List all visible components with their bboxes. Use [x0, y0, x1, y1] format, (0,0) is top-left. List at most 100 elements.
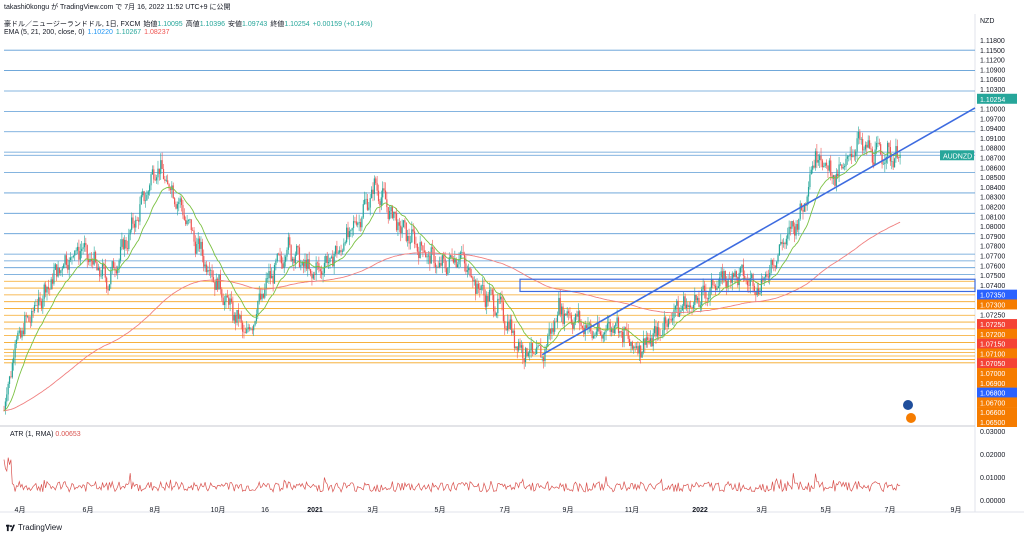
candle-body	[300, 264, 302, 267]
candle-body	[333, 253, 335, 267]
candle-body	[26, 316, 29, 318]
tradingview-brand[interactable]: TradingView	[6, 523, 62, 532]
candle-body	[422, 245, 424, 251]
price-label: 1.07800	[980, 244, 1005, 251]
candle-body	[594, 334, 596, 336]
candle-body	[409, 242, 412, 244]
candle-body	[357, 223, 359, 225]
candle-body	[400, 225, 402, 234]
candle-body	[850, 153, 853, 157]
candle-body	[243, 331, 245, 333]
candle-body	[251, 328, 253, 331]
candle-body	[838, 164, 840, 177]
candle-body	[827, 165, 829, 171]
price-label: 1.06600	[980, 410, 1005, 417]
candle-body	[846, 156, 848, 159]
event-marker-icon[interactable]	[906, 413, 916, 423]
candle-body	[825, 162, 828, 166]
candle-body	[49, 289, 51, 290]
candle-body	[297, 245, 299, 248]
candle-body	[802, 209, 804, 212]
candle-body	[275, 260, 277, 265]
candle-body	[362, 204, 364, 218]
candle-body	[653, 326, 656, 334]
candle-body	[153, 169, 155, 180]
candle-body	[690, 305, 692, 308]
candle-body	[56, 264, 58, 277]
candle-body	[164, 178, 166, 181]
candle-body	[222, 297, 224, 305]
candle-body	[330, 256, 332, 258]
candle-body	[490, 289, 492, 291]
candle-body	[717, 286, 719, 289]
candle-body	[770, 259, 772, 273]
candle-body	[14, 343, 16, 358]
candle-body	[379, 201, 381, 206]
candle-body	[108, 284, 111, 291]
candle-body	[436, 266, 438, 268]
candle-body	[322, 273, 324, 275]
candle-body	[119, 246, 122, 261]
candle-body	[196, 244, 198, 254]
candle-body	[40, 301, 43, 309]
candle-body	[416, 243, 418, 252]
candle-body	[255, 314, 258, 322]
candle-body	[769, 272, 771, 278]
candle-body	[824, 162, 826, 166]
candle-body	[495, 313, 498, 316]
candle-body	[294, 254, 296, 264]
candle-body	[150, 174, 152, 186]
candle-body	[401, 227, 403, 234]
candle-body	[412, 229, 414, 232]
candle-body	[845, 158, 847, 167]
candle-body	[620, 331, 622, 332]
candle-body	[286, 249, 288, 257]
candle-body	[469, 267, 471, 276]
candle-body	[655, 326, 657, 337]
publish-info: takashi0kongu が TradingView.com で 7月 16,…	[4, 2, 234, 12]
price-label: 1.07200	[980, 332, 1005, 339]
candle-body	[233, 314, 235, 321]
candle-body	[151, 169, 154, 175]
tradingview-logo-icon	[6, 524, 15, 532]
candle-body	[642, 338, 645, 352]
candle-body	[524, 348, 527, 363]
candle-body	[36, 305, 38, 306]
change-value: +0.00159 (+0.14%)	[312, 21, 373, 28]
candle-body	[214, 281, 216, 290]
candle-body	[859, 131, 861, 140]
time-label: 16	[261, 507, 269, 514]
candle-body	[327, 261, 330, 264]
price-label: 1.07700	[980, 253, 1005, 260]
candle-body	[393, 211, 395, 218]
time-label: 3月	[757, 506, 768, 514]
candle-body	[552, 328, 554, 332]
candle-body	[820, 155, 822, 161]
candle-body	[561, 306, 563, 315]
candle-body	[853, 155, 855, 157]
candle-body	[146, 194, 148, 201]
candle-body	[676, 300, 678, 306]
candle-body	[122, 239, 124, 249]
event-marker-icon[interactable]	[903, 400, 913, 410]
candle-body	[25, 315, 27, 317]
atr-axis-label: 0.01000	[980, 475, 1005, 482]
publish-line: takashi0kongu が TradingView.com で 7月 16,…	[4, 4, 231, 11]
candle-body	[502, 302, 504, 322]
candle-body	[93, 251, 95, 265]
candle-body	[448, 257, 450, 268]
candle-body	[459, 252, 461, 260]
candle-body	[167, 180, 169, 185]
price-label: 1.08100	[980, 214, 1005, 221]
candle-body	[232, 301, 234, 321]
candle-body	[566, 311, 568, 316]
candle-body	[315, 262, 317, 275]
candle-body	[640, 345, 642, 358]
candle-body	[812, 165, 814, 170]
candle-body	[179, 198, 181, 202]
price-label: 1.06800	[980, 391, 1005, 398]
chart-canvas[interactable]: 1.11800 1.11500 1.11200 1.10900 1.10600 1.103…	[0, 0, 1024, 537]
symbol-info: 豪ドル／ニュージーランドドル, 1日, FXCM 始値1.10095 高値1.103…	[4, 19, 376, 29]
candle-body	[823, 165, 825, 168]
candle-body	[816, 151, 818, 163]
